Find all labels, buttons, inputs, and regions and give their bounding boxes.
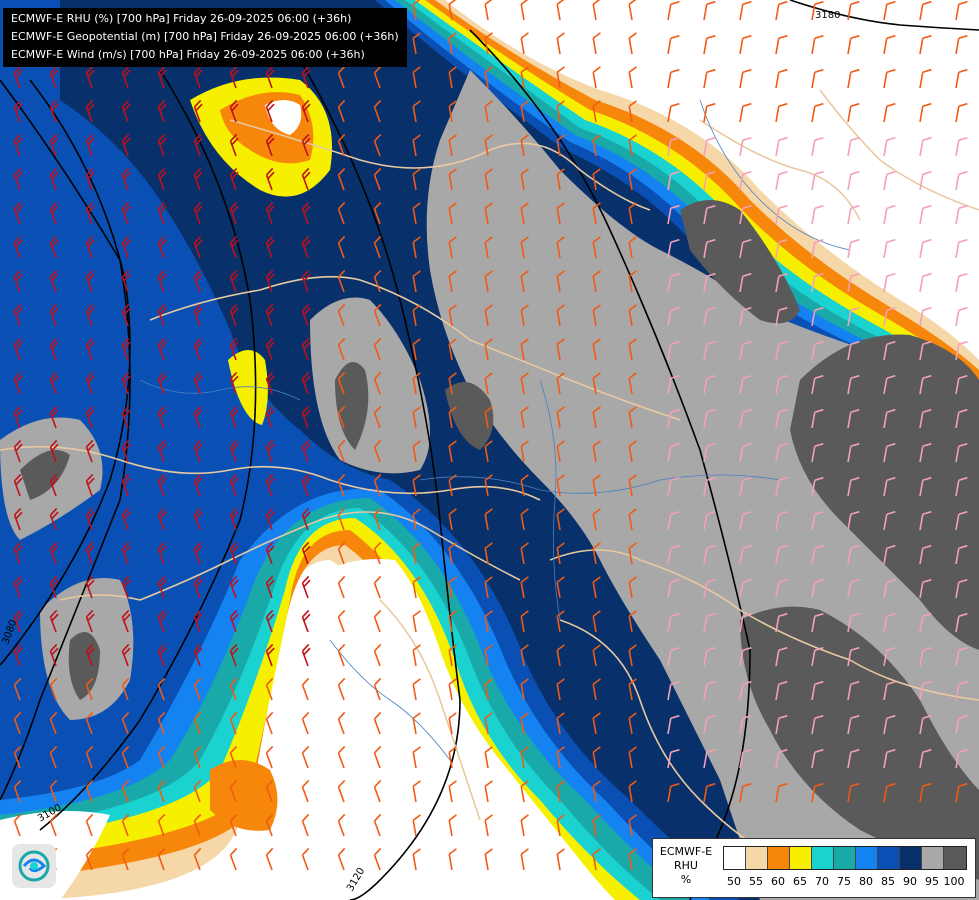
legend-swatch — [900, 847, 922, 869]
legend-swatch — [746, 847, 768, 869]
legend-title-model: ECMWF-E — [659, 845, 713, 858]
legend-tick-label: 85 — [881, 875, 895, 888]
legend-tick-label: 75 — [837, 875, 851, 888]
legend-title-unit: % — [680, 873, 692, 886]
map-title-box: ECMWF-E RHU (%) [700 hPa] Friday 26-09-2… — [3, 8, 407, 67]
legend-swatch — [812, 847, 834, 869]
legend-tick-label: 90 — [903, 875, 917, 888]
legend-colorbar — [723, 846, 967, 870]
legend-tick-label: 65 — [793, 875, 807, 888]
legend-swatch — [790, 847, 812, 869]
contour-label-3180: 3180 — [815, 10, 840, 21]
legend-tick-label: 55 — [749, 875, 763, 888]
ecmwf-logo — [12, 844, 56, 888]
legend-swatch — [944, 847, 966, 869]
legend-title-variable: RHU — [674, 859, 698, 872]
legend-swatch — [768, 847, 790, 869]
legend-swatch — [834, 847, 856, 869]
legend-swatch — [878, 847, 900, 869]
legend-tick-label: 60 — [771, 875, 785, 888]
legend-title: ECMWF-E RHU % — [657, 845, 715, 887]
legend-tick-label: 50 — [727, 875, 741, 888]
title-rhu: ECMWF-E RHU (%) [700 hPa] Friday 26-09-2… — [11, 12, 352, 25]
title-geopotential: ECMWF-E Geopotential (m) [700 hPa] Frida… — [11, 30, 399, 43]
ecmwf-swirl-icon — [18, 850, 50, 882]
title-wind: ECMWF-E Wind (m/s) [700 hPa] Friday 26-0… — [11, 48, 365, 61]
legend-tick-label: 100 — [943, 875, 965, 888]
weather-map: 3180 3100 3120 3080 — [0, 0, 979, 900]
legend-swatch — [856, 847, 878, 869]
legend-tick-label: 95 — [925, 875, 939, 888]
legend-tick-label: 80 — [859, 875, 873, 888]
legend-swatch — [724, 847, 746, 869]
rhu-legend: ECMWF-E RHU % 50 55 60 65 70 75 80 85 90 95 100 — [652, 838, 976, 898]
legend-tick-label: 70 — [815, 875, 829, 888]
legend-swatch — [922, 847, 944, 869]
